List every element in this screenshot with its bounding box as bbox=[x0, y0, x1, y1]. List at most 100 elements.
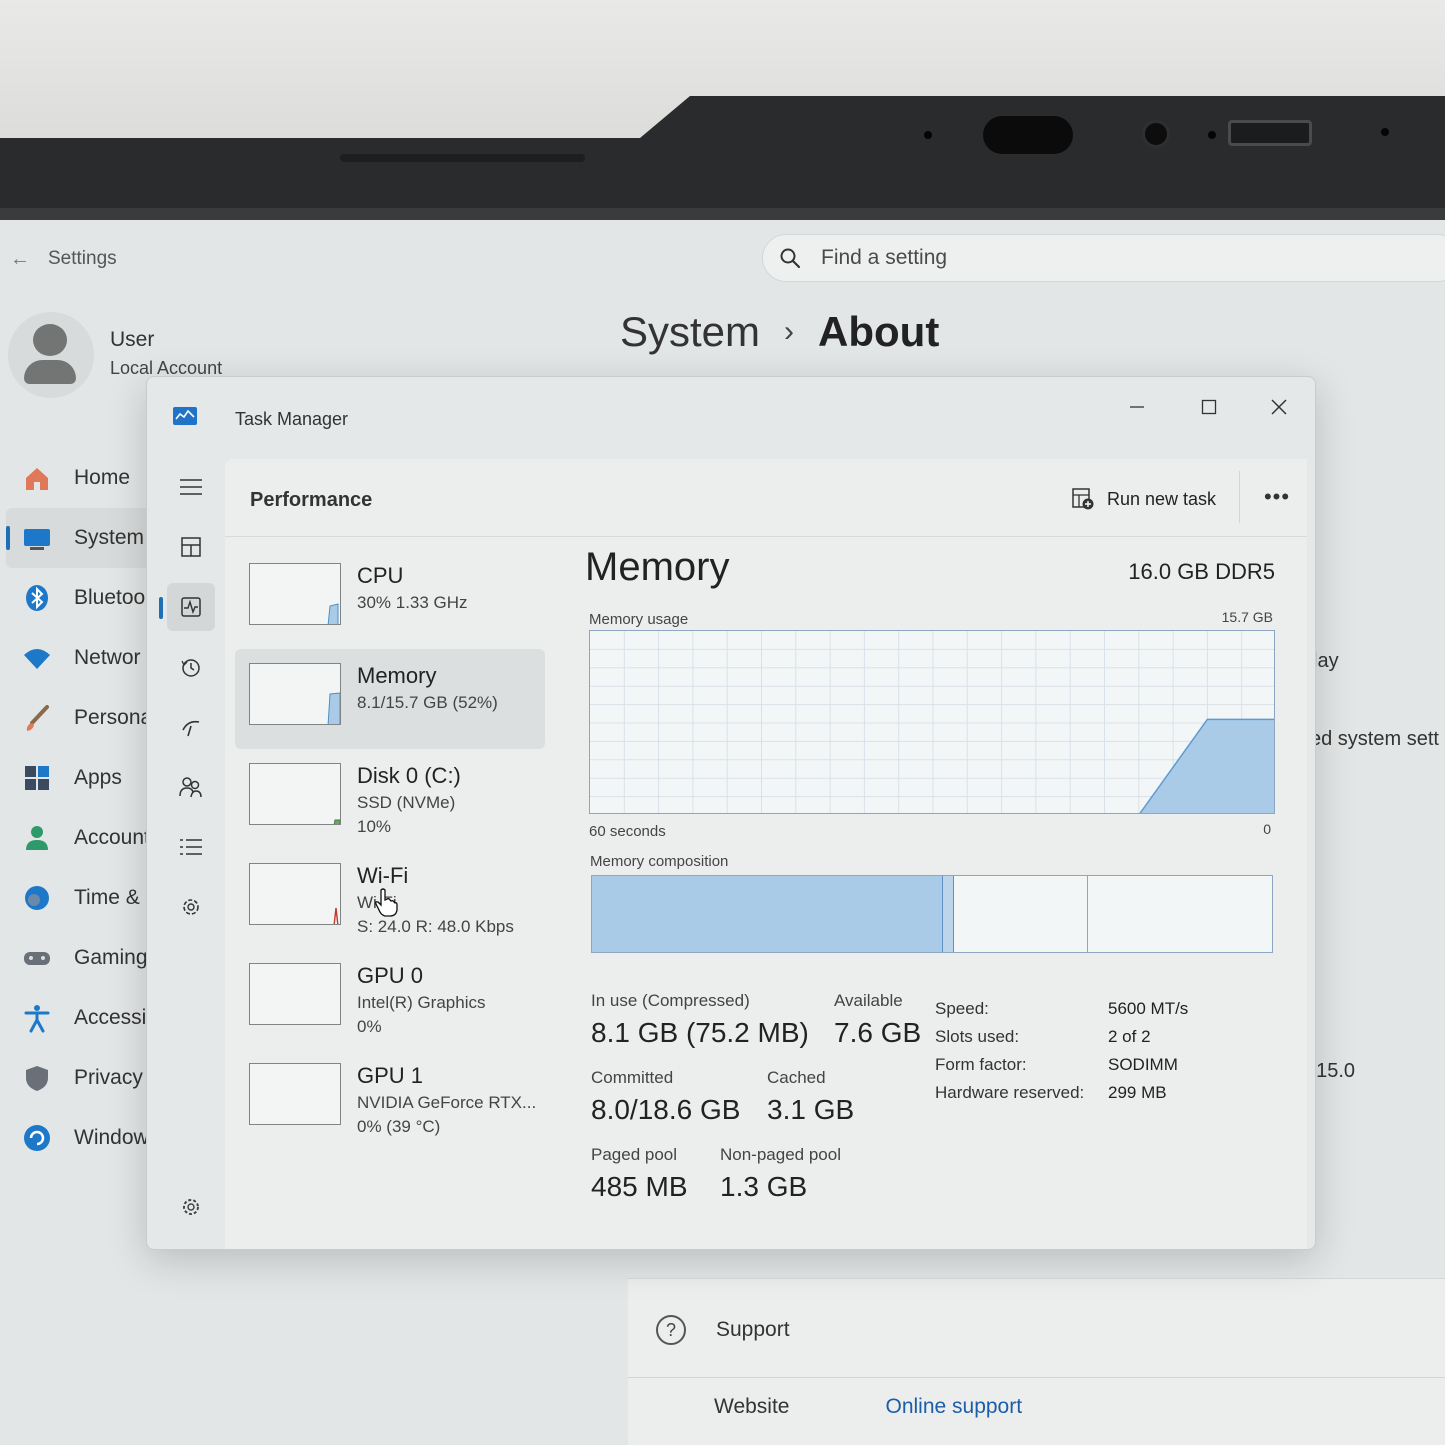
graph-axis-right: 0 bbox=[1263, 821, 1271, 837]
device-memory[interactable]: Memory 8.1/15.7 GB (52%) bbox=[235, 649, 545, 749]
spec-value: 2 of 2 bbox=[1108, 1027, 1151, 1046]
device-name: Disk 0 (C:) bbox=[357, 763, 461, 788]
details-tab[interactable] bbox=[167, 823, 215, 871]
memory-spec: 16.0 GB DDR5 bbox=[1128, 559, 1275, 584]
privacy-shutter bbox=[1228, 120, 1312, 146]
processes-tab[interactable] bbox=[167, 523, 215, 571]
stat-label: Committed bbox=[591, 1068, 674, 1087]
memory-specs: Speed: 5600 MT/s Slots used: 2 of 2 Form… bbox=[935, 995, 1188, 1107]
users-tab[interactable] bbox=[167, 763, 215, 811]
back-arrow-icon[interactable]: ← bbox=[0, 248, 40, 271]
run-new-task-button[interactable]: Run new task bbox=[1071, 481, 1216, 517]
stat-value: 7.6 GB bbox=[834, 1017, 922, 1048]
page-title: About bbox=[818, 308, 940, 355]
maximize-button[interactable] bbox=[1189, 387, 1229, 427]
standby-segment bbox=[953, 876, 1088, 952]
accounts-icon bbox=[22, 823, 52, 853]
modified-segment bbox=[942, 876, 954, 952]
search-input[interactable] bbox=[821, 246, 1321, 270]
device-name: Wi-Fi bbox=[357, 863, 409, 888]
system-icon bbox=[22, 523, 52, 553]
online-support-link[interactable]: Online support bbox=[885, 1395, 1022, 1419]
apps-icon bbox=[22, 763, 52, 793]
support-header[interactable]: ? Support bbox=[656, 1315, 790, 1345]
processes-icon bbox=[181, 537, 201, 557]
breadcrumb-parent[interactable]: System bbox=[620, 308, 760, 356]
memory-usage-graph bbox=[589, 630, 1275, 814]
advanced-settings-fragment[interactable]: ed system sett bbox=[1310, 728, 1439, 751]
stat-cached: Cached 3.1 GB bbox=[767, 1068, 854, 1126]
gear-icon bbox=[183, 1199, 199, 1215]
startup-apps-tab[interactable] bbox=[167, 703, 215, 751]
gaming-icon bbox=[22, 943, 52, 973]
network-icon bbox=[22, 643, 52, 673]
performance-tab[interactable] bbox=[159, 583, 215, 631]
sidebar-item-label: Privacy bbox=[74, 1066, 143, 1089]
memory-composition-bar bbox=[591, 875, 1273, 953]
wifi-thumbnail-graph bbox=[249, 863, 341, 925]
spec-row-speed: Speed: 5600 MT/s bbox=[935, 995, 1188, 1023]
settings-button[interactable] bbox=[167, 1183, 215, 1231]
sidebar-item-label: Accessit bbox=[74, 1006, 153, 1029]
spec-row-slots: Slots used: 2 of 2 bbox=[935, 1023, 1188, 1051]
stat-label: Available bbox=[834, 991, 903, 1010]
hand-cursor-icon bbox=[375, 888, 398, 917]
stat-label: Paged pool bbox=[591, 1145, 678, 1164]
header-separator bbox=[1239, 471, 1240, 523]
section-title: Performance bbox=[250, 489, 373, 511]
stat-nonpaged-pool: Non-paged pool 1.3 GB bbox=[720, 1145, 841, 1203]
task-manager-titlebar[interactable]: Task Manager bbox=[147, 377, 1315, 447]
stat-value: 3.1 GB bbox=[767, 1094, 855, 1125]
mic-dot bbox=[1381, 128, 1389, 136]
task-manager-window: Task Manager Performance Run new task ••… bbox=[146, 376, 1316, 1250]
stat-label: In use (Compressed) bbox=[591, 991, 750, 1010]
minimize-button[interactable] bbox=[1117, 387, 1157, 427]
device-detail-2: 0% bbox=[357, 1017, 382, 1036]
device-detail: SSD (NVMe) bbox=[357, 793, 456, 812]
in-use-segment bbox=[592, 876, 943, 952]
stat-committed: Committed 8.0/18.6 GB bbox=[591, 1068, 740, 1126]
services-tab[interactable] bbox=[167, 883, 215, 931]
home-icon bbox=[22, 463, 52, 493]
settings-search[interactable] bbox=[762, 234, 1445, 282]
stat-label: Non-paged pool bbox=[720, 1145, 841, 1164]
device-gpu0[interactable]: GPU 0 Intel(R) Graphics 0% bbox=[235, 949, 545, 1049]
spec-value: SODIMM bbox=[1108, 1055, 1178, 1074]
breadcrumb: System › About bbox=[620, 308, 939, 356]
maximize-icon bbox=[1201, 399, 1217, 415]
display-fragment: lay bbox=[1313, 650, 1339, 672]
sidebar-item-label: Bluetoo bbox=[74, 586, 146, 609]
device-gpu1[interactable]: GPU 1 NVIDIA GeForce RTX... 0% (39 °C) bbox=[235, 1049, 545, 1149]
services-icon bbox=[183, 899, 199, 915]
camera-led bbox=[1208, 131, 1216, 139]
stat-value: 8.0/18.6 GB bbox=[591, 1094, 741, 1125]
spec-key: Speed: bbox=[935, 999, 989, 1018]
sidebar-item-label: Networ bbox=[74, 646, 141, 669]
spec-value: 5600 MT/s bbox=[1108, 999, 1189, 1018]
device-disk[interactable]: Disk 0 (C:) SSD (NVMe) 10% bbox=[235, 749, 545, 849]
sensor-dot bbox=[924, 131, 932, 139]
task-manager-logo-icon bbox=[173, 407, 197, 425]
sidebar-item-label: Account bbox=[74, 826, 150, 849]
close-icon bbox=[1271, 399, 1287, 415]
device-detail: 8.1/15.7 GB (52%) bbox=[357, 693, 498, 712]
free-segment bbox=[1087, 876, 1272, 952]
close-button[interactable] bbox=[1259, 387, 1299, 427]
task-manager-title: Task Manager bbox=[235, 409, 349, 429]
more-options-button[interactable]: ••• bbox=[1255, 479, 1299, 515]
search-icon bbox=[780, 248, 801, 269]
bluetooth-icon bbox=[22, 583, 52, 613]
spec-value: 299 MB bbox=[1108, 1083, 1167, 1102]
sidebar-item-label: System bbox=[74, 526, 145, 549]
sidebar-item-label: Window bbox=[74, 1126, 149, 1149]
disk-thumbnail-graph bbox=[249, 763, 341, 825]
device-cpu[interactable]: CPU 30% 1.33 GHz bbox=[235, 549, 545, 649]
sidebar-item-label: Persona bbox=[74, 706, 153, 729]
hamburger-menu-button[interactable] bbox=[167, 463, 215, 511]
memory-usage-max: 15.7 GB bbox=[1221, 609, 1273, 625]
history-icon bbox=[181, 659, 200, 677]
app-history-tab[interactable] bbox=[167, 643, 215, 691]
bezel-notch bbox=[340, 154, 585, 162]
settings-window-title: Settings bbox=[48, 248, 117, 269]
avatar[interactable] bbox=[8, 312, 94, 398]
